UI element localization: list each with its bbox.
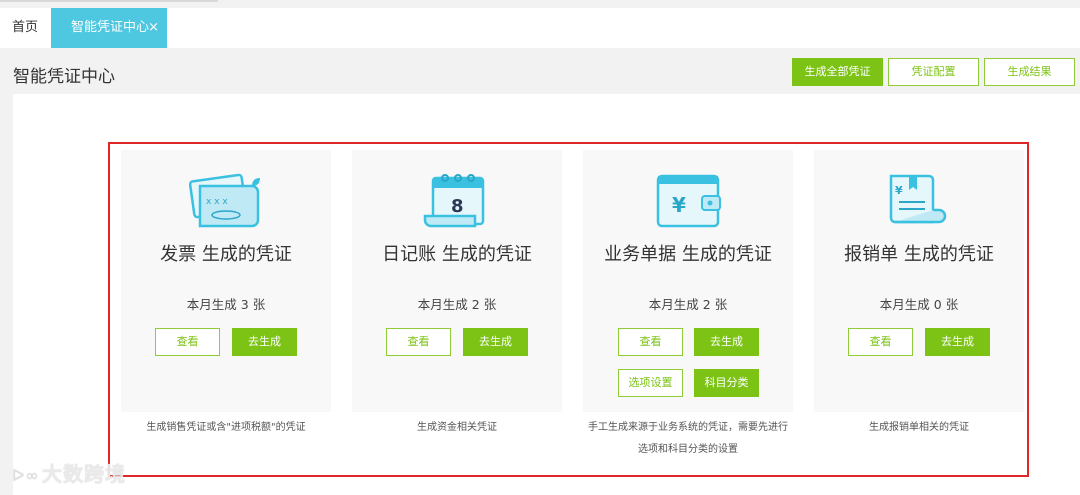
svg-text:8: 8 (451, 196, 464, 217)
card-title: 发票 生成的凭证 (160, 244, 292, 265)
card-reimbursement: ¥ 报销单 生成的凭证 本月生成 0 张 查看 去生成 (814, 150, 1024, 412)
card-journal: 8 日记账 生成的凭证 本月生成 2 张 查看 去生成 (352, 150, 562, 412)
receipt-icon: ¥ (889, 174, 947, 224)
generate-button[interactable]: 去生成 (232, 328, 297, 356)
page-title: 智能凭证中心 (13, 67, 115, 87)
tab-home[interactable]: 首页 (0, 8, 50, 48)
tab-smart-voucher-center[interactable]: 智能凭证中心 × (51, 8, 167, 48)
svg-text:¥: ¥ (895, 184, 903, 197)
card-count: 本月生成 2 张 (648, 297, 728, 312)
invoice-icon: x x x (188, 173, 260, 228)
card-count: 本月生成 2 张 (417, 297, 497, 312)
card-title: 报销单 生成的凭证 (844, 244, 994, 265)
generate-all-button[interactable]: 生成全部凭证 (792, 58, 883, 86)
card-description: 生成资金相关凭证 (417, 422, 497, 433)
card-invoice: x x x 发票 生成的凭证 本月生成 3 张 查看 去生成 (121, 150, 331, 412)
card-business-docs: ¥ 业务单据 生成的凭证 本月生成 2 张 查看 去生成 选项设置 科目分类 (583, 150, 793, 412)
top-strip (0, 0, 1080, 8)
card-count: 本月生成 0 张 (879, 297, 959, 312)
card-description: 生成报销单相关的凭证 (869, 422, 969, 433)
svg-text:¥: ¥ (672, 193, 686, 217)
card-description-line1: 手工生成来源于业务系统的凭证，需要先进行 (588, 422, 788, 433)
wallet-icon: ¥ (656, 174, 721, 228)
card-description-line2: 选项和科目分类的设置 (638, 444, 738, 455)
watermark-text: 大数跨境 (42, 462, 126, 486)
view-button[interactable]: 查看 (848, 328, 913, 356)
generate-button[interactable]: 去生成 (463, 328, 528, 356)
view-button[interactable]: 查看 (386, 328, 451, 356)
subject-category-button[interactable]: 科目分类 (694, 369, 759, 397)
options-settings-button[interactable]: 选项设置 (618, 369, 683, 397)
generate-button[interactable]: 去生成 (694, 328, 759, 356)
generate-button[interactable]: 去生成 (925, 328, 990, 356)
voucher-config-button[interactable]: 凭证配置 (888, 58, 979, 86)
card-count: 本月生成 3 张 (186, 297, 266, 312)
view-button[interactable]: 查看 (618, 328, 683, 356)
card-title: 日记账 生成的凭证 (382, 244, 532, 265)
view-button[interactable]: 查看 (155, 328, 220, 356)
tab-label: 智能凭证中心 (71, 20, 150, 35)
tab-bar: 首页 智能凭证中心 × (0, 8, 1080, 48)
watermark: ᐅ∞ 大数跨境 (12, 458, 126, 487)
journal-icon: 8 (423, 174, 485, 228)
card-description: 生成销售凭证或含"进项税额"的凭证 (146, 422, 306, 433)
page-header: 智能凭证中心 生成全部凭证 凭证配置 生成结果 (0, 48, 1080, 94)
generate-result-button[interactable]: 生成结果 (984, 58, 1075, 86)
svg-text:x x x: x x x (206, 197, 228, 207)
watermark-logo-icon: ᐅ∞ (12, 466, 40, 485)
card-title: 业务单据 生成的凭证 (604, 244, 772, 265)
close-icon[interactable]: × (148, 8, 159, 48)
